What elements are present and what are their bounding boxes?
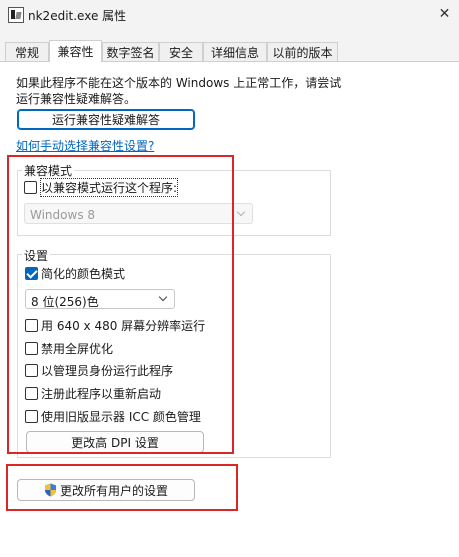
option-register-restart-checkbox[interactable] <box>25 387 38 400</box>
option-disable-fullscreen-label[interactable]: 禁用全屏优化 <box>41 340 113 357</box>
color-depth-select-value: 8 位(256)色 <box>31 295 99 309</box>
manual-settings-link[interactable]: 如何手动选择兼容性设置? <box>16 137 154 154</box>
title-bar: nk2edit.exe 属性 ✕ <box>0 0 459 30</box>
option-640x480-label[interactable]: 用 640 x 480 屏幕分辨率运行 <box>41 317 205 334</box>
change-all-users-button[interactable]: 更改所有用户的设置 <box>17 479 195 501</box>
change-high-dpi-button[interactable]: 更改高 DPI 设置 <box>26 431 204 453</box>
uac-shield-icon <box>44 483 57 497</box>
compat-mode-checkbox[interactable] <box>24 181 37 194</box>
tab-strip: 常规 兼容性 数字签名 安全 详细信息 以前的版本 <box>0 40 459 62</box>
option-legacy-icc-checkbox[interactable] <box>25 410 38 423</box>
reduced-color-label[interactable]: 简化的颜色模式 <box>41 265 125 282</box>
run-troubleshooter-button[interactable]: 运行兼容性疑难解答 <box>17 109 195 130</box>
reduced-color-checkbox[interactable] <box>25 267 38 280</box>
window-title: nk2edit.exe 属性 <box>28 9 127 23</box>
option-run-as-admin-label[interactable]: 以管理员身份运行此程序 <box>41 362 173 379</box>
compat-mode-select-value: Windows 8 <box>30 208 96 222</box>
intro-line-1: 如果此程序不能在这个版本的 Windows 上正常工作，请尝试 <box>16 76 342 90</box>
option-run-as-admin-checkbox[interactable] <box>25 364 38 377</box>
color-depth-select[interactable]: 8 位(256)色 <box>25 289 175 309</box>
option-640x480-checkbox[interactable] <box>25 319 38 332</box>
tab-previous-versions[interactable]: 以前的版本 <box>267 42 338 61</box>
tab-digital-signatures[interactable]: 数字签名 <box>102 42 159 61</box>
settings-group-label: 设置 <box>22 247 51 264</box>
tab-security[interactable]: 安全 <box>159 42 203 61</box>
option-register-restart-label[interactable]: 注册此程序以重新启动 <box>41 385 161 402</box>
change-all-users-label: 更改所有用户的设置 <box>59 483 168 498</box>
compat-mode-checkbox-label[interactable]: 以兼容模式运行这个程序: <box>39 178 179 197</box>
intro-text: 如果此程序不能在这个版本的 Windows 上正常工作，请尝试 运行兼容性疑难解… <box>16 75 346 107</box>
tab-general[interactable]: 常规 <box>5 42 49 61</box>
app-icon <box>8 7 24 23</box>
option-legacy-icc-label[interactable]: 使用旧版显示器 ICC 颜色管理 <box>41 408 201 425</box>
compat-mode-select: Windows 8 <box>24 203 253 224</box>
close-icon[interactable]: ✕ <box>430 0 459 28</box>
chevron-down-icon <box>236 207 246 217</box>
intro-line-2: 运行兼容性疑难解答。 <box>16 92 137 106</box>
compat-mode-group-label: 兼容模式 <box>22 162 75 179</box>
tab-details[interactable]: 详细信息 <box>203 42 267 61</box>
option-disable-fullscreen-checkbox[interactable] <box>25 342 38 355</box>
tab-compatibility[interactable]: 兼容性 <box>49 40 102 62</box>
chevron-down-icon <box>158 292 168 302</box>
